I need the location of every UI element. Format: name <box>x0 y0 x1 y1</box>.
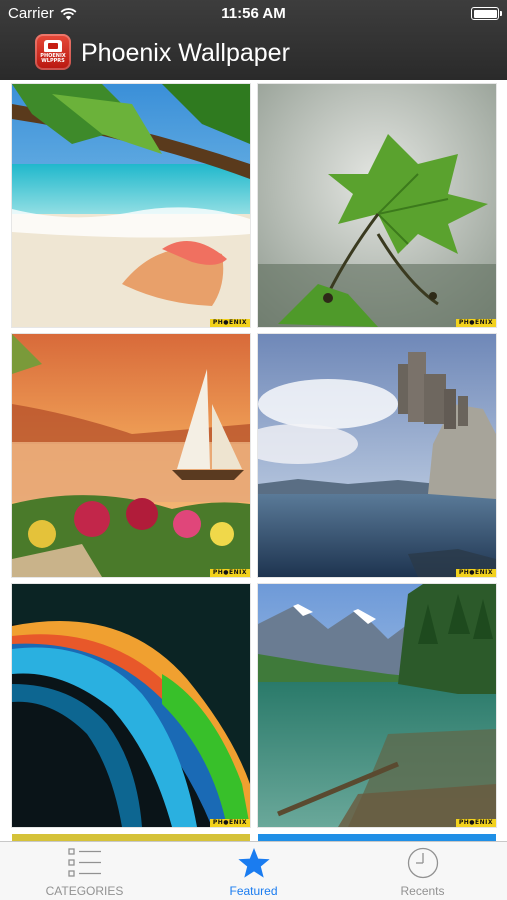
phoenix-app-logo-icon[interactable]: PHOENIX WLPPRS <box>35 34 71 70</box>
wallpaper-image-beach <box>12 84 250 327</box>
phoenix-watermark: PH●ENIX <box>455 569 496 577</box>
logo-mark-icon <box>44 40 62 52</box>
tab-featured[interactable]: Featured <box>169 842 338 900</box>
nav-bar: PHOENIX WLPPRS Phoenix Wallpaper <box>0 28 507 80</box>
tab-recents[interactable]: Recents <box>338 842 507 900</box>
status-time: 11:56 AM <box>221 5 286 22</box>
wallpaper-image-sailboat <box>12 334 250 577</box>
tab-label: CATEGORIES <box>45 884 124 898</box>
navigation-header: Carrier 11:56 AM PHOENIX WLPPRS Phoenix … <box>0 0 507 80</box>
wallpaper-tile-leaf[interactable]: PH●ENIX <box>258 84 496 327</box>
tab-label: Featured <box>229 884 278 898</box>
wallpaper-tile-partial-right[interactable] <box>258 834 496 841</box>
clock-icon <box>407 847 438 879</box>
star-icon <box>237 848 270 878</box>
list-icon <box>67 848 101 877</box>
wallpaper-tile-beach[interactable]: PH●ENIX <box>12 84 250 327</box>
wallpaper-tile-partial-left[interactable] <box>12 834 250 841</box>
phoenix-watermark: PH●ENIX <box>209 819 250 827</box>
phoenix-watermark: PH●ENIX <box>209 319 250 327</box>
tab-bar: CATEGORIES Featured Recents <box>0 841 507 900</box>
wallpaper-grid: PH●ENIX PH●ENIX PH●ENIX PH●ENIX PH●ENIX … <box>0 80 507 841</box>
wallpaper-tile-abstract[interactable]: PH●ENIX <box>12 584 250 827</box>
tab-label: Recents <box>400 884 445 898</box>
wallpaper-image-abstract <box>12 584 250 827</box>
wallpaper-tile-sailboat[interactable]: PH●ENIX <box>12 334 250 577</box>
nav-title: Phoenix Wallpaper <box>81 39 290 67</box>
wallpaper-image-mountain-lake <box>258 584 496 827</box>
wallpaper-tile-mountain-lake[interactable]: PH●ENIX <box>258 584 496 827</box>
wallpaper-image-leaf <box>258 84 496 327</box>
battery-icon <box>471 7 502 20</box>
status-bar: Carrier 11:56 AM <box>0 0 507 28</box>
wallpaper-tile-castle[interactable]: PH●ENIX <box>258 334 496 577</box>
tab-categories[interactable]: CATEGORIES <box>0 842 169 900</box>
logo-text-line2: WLPPRS <box>41 58 65 64</box>
phoenix-watermark: PH●ENIX <box>209 569 250 577</box>
wallpaper-image-castle <box>258 334 496 577</box>
phoenix-watermark: PH●ENIX <box>455 319 496 327</box>
battery-level <box>473 9 497 18</box>
phoenix-watermark: PH●ENIX <box>455 819 496 827</box>
